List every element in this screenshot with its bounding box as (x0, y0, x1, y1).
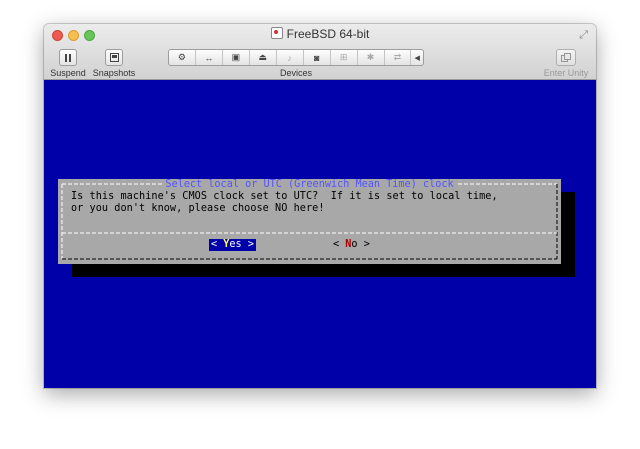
devices-collapse-arrow-icon[interactable]: ◀ (411, 50, 423, 65)
devices-label: Devices (279, 68, 312, 78)
enter-unity-label: Enter Unity (543, 68, 589, 78)
snapshot-icon (109, 53, 119, 62)
camera-icon[interactable]: ◙ (304, 50, 331, 65)
pause-icon (65, 53, 71, 62)
vm-icon (270, 27, 283, 39)
cd-drive-icon[interactable]: ⏏ (250, 50, 277, 65)
suspend-label: Suspend (50, 68, 86, 78)
shared-folders-icon[interactable]: ⇄ (385, 50, 412, 65)
snapshots-label: Snapshots (92, 68, 136, 78)
dialog-title: Select local or UTC (Greenwich Mean Time… (163, 179, 456, 190)
enter-unity-button[interactable] (556, 49, 576, 66)
settings-wrench-icon[interactable]: ⚙ (169, 50, 196, 65)
window-title-text: FreeBSD 64-bit (286, 27, 370, 41)
snapshots-button[interactable] (105, 49, 123, 66)
window-title: FreeBSD 64-bit (44, 27, 596, 41)
hard-disk-icon[interactable]: ▣ (223, 50, 250, 65)
no-button[interactable]: < No > (333, 239, 370, 251)
guest-screen[interactable]: Select local or UTC (Greenwich Mean Time… (44, 80, 596, 388)
fullscreen-icon[interactable]: ⤢ (579, 29, 588, 42)
suspend-button[interactable] (59, 49, 77, 66)
window-toolbar: FreeBSD 64-bit ⤢ Suspend Snapshots ⚙ ↔ ▣… (44, 24, 596, 80)
sound-icon[interactable]: ♪ (277, 50, 304, 65)
usb-icon[interactable]: ⊞ (331, 50, 358, 65)
network-icon[interactable]: ↔ (196, 50, 223, 65)
utc-clock-dialog: Select local or UTC (Greenwich Mean Time… (58, 179, 561, 264)
devices-toolbar-group: ⚙ ↔ ▣ ⏏ ♪ ◙ ⊞ ✱ ⇄ ◀ (168, 49, 424, 66)
vm-window: FreeBSD 64-bit ⤢ Suspend Snapshots ⚙ ↔ ▣… (44, 24, 596, 388)
yes-button[interactable]: < Yes > (209, 239, 256, 251)
dialog-message-line-2: or you don't know, please choose NO here… (71, 203, 325, 214)
unity-icon (561, 53, 571, 62)
bluetooth-icon[interactable]: ✱ (358, 50, 385, 65)
dialog-message-line-1: Is this machine's CMOS clock set to UTC?… (71, 191, 498, 202)
